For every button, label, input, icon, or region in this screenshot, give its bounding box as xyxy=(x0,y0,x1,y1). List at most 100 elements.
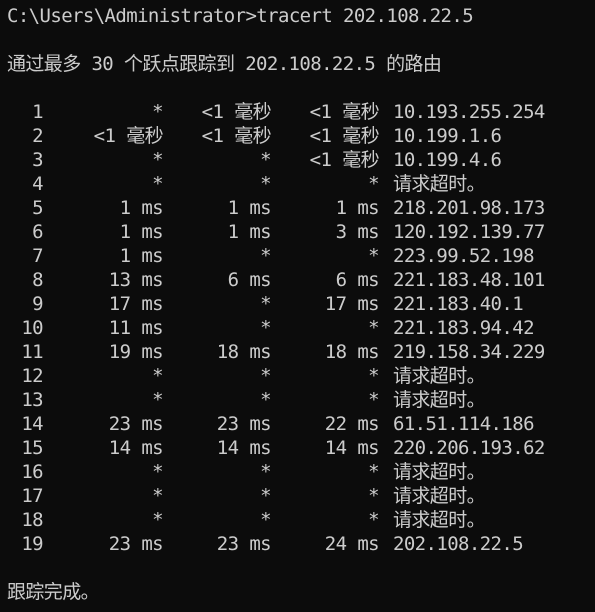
hop-time-3: 24 ms xyxy=(324,533,380,555)
console-window[interactable]: C:\Users\Administrator>tracert 202.108.2… xyxy=(0,0,595,612)
hop-time-2: 14 ms xyxy=(216,437,272,459)
hop-number: 15 xyxy=(21,437,43,459)
hop-time-2: * xyxy=(260,485,271,507)
hop-row: 8 13 ms 6 ms 6 ms 221.183.48.101 xyxy=(7,268,595,292)
hop-time-3: 3 ms xyxy=(335,221,380,243)
hop-address: 223.99.52.198 xyxy=(393,245,535,267)
hop-time-3: <1 毫秒 xyxy=(309,125,380,147)
hop-time-3: * xyxy=(368,509,379,531)
hop-row: 9 17 ms * 17 ms 221.183.40.1 xyxy=(7,292,595,316)
hop-row: 18 * * * 请求超时。 xyxy=(7,508,595,532)
hop-number: 4 xyxy=(32,173,43,195)
hop-address: 221.183.48.101 xyxy=(393,269,545,291)
hop-number: 10 xyxy=(21,317,43,339)
hop-time-1: 11 ms xyxy=(108,317,164,339)
hop-time-2: 18 ms xyxy=(216,341,272,363)
hop-address: 61.51.114.186 xyxy=(393,413,535,435)
hop-row: 10 11 ms * * 221.183.94.42 xyxy=(7,316,595,340)
hop-time-2: 23 ms xyxy=(216,533,272,555)
hop-address: 请求超时。 xyxy=(393,485,486,507)
hop-time-1: * xyxy=(152,485,163,507)
hop-time-2: 1 ms xyxy=(227,221,272,243)
hop-time-3: * xyxy=(368,317,379,339)
hop-time-3: 14 ms xyxy=(324,437,380,459)
hop-number: 2 xyxy=(32,125,43,147)
hop-row: 5 1 ms 1 ms 1 ms 218.201.98.173 xyxy=(7,196,595,220)
hop-row: 3 * * <1 毫秒 10.199.4.6 xyxy=(7,148,595,172)
hop-time-2: 23 ms xyxy=(216,413,272,435)
hop-time-1: * xyxy=(152,173,163,195)
hop-time-3: * xyxy=(368,173,379,195)
hop-address: 221.183.40.1 xyxy=(393,293,524,315)
hop-time-3: 1 ms xyxy=(335,197,380,219)
hop-number: 12 xyxy=(21,365,43,387)
hop-number: 3 xyxy=(32,149,43,171)
hop-address: 221.183.94.42 xyxy=(393,317,535,339)
hop-time-2: * xyxy=(260,389,271,411)
trace-header: 通过最多 30 个跃点跟踪到 202.108.22.5 的路由 xyxy=(7,53,442,75)
hop-time-1: 14 ms xyxy=(108,437,164,459)
hop-address: 120.192.139.77 xyxy=(393,221,545,243)
hop-number: 14 xyxy=(21,413,43,435)
hop-time-2: 1 ms xyxy=(227,197,272,219)
hop-time-2: * xyxy=(260,293,271,315)
hop-time-2: * xyxy=(260,461,271,483)
hop-number: 6 xyxy=(32,221,43,243)
hop-time-1: * xyxy=(152,509,163,531)
hop-time-2: 6 ms xyxy=(227,269,272,291)
hop-row: 4 * * * 请求超时。 xyxy=(7,172,595,196)
hop-row: 6 1 ms 1 ms 3 ms 120.192.139.77 xyxy=(7,220,595,244)
command-text: tracert 202.108.22.5 xyxy=(256,5,474,27)
hop-time-3: * xyxy=(368,485,379,507)
command-prompt: C:\Users\Administrator> xyxy=(7,5,257,27)
hop-number: 9 xyxy=(32,293,43,315)
hop-number: 1 xyxy=(32,101,43,123)
hop-time-3: * xyxy=(368,245,379,267)
hop-address: 请求超时。 xyxy=(393,509,486,531)
hop-number: 5 xyxy=(32,197,43,219)
hop-address: 218.201.98.173 xyxy=(393,197,545,219)
hop-time-3: <1 毫秒 xyxy=(309,149,380,171)
hop-time-1: * xyxy=(152,101,163,123)
hop-number: 11 xyxy=(21,341,43,363)
hop-time-2: * xyxy=(260,149,271,171)
hop-time-1: 23 ms xyxy=(108,533,164,555)
hop-time-1: 1 ms xyxy=(119,221,164,243)
hop-row: 11 19 ms 18 ms 18 ms 219.158.34.229 xyxy=(7,340,595,364)
hop-address: 请求超时。 xyxy=(393,461,486,483)
hop-time-2: * xyxy=(260,365,271,387)
hop-time-2: <1 毫秒 xyxy=(201,101,272,123)
trace-complete-message: 跟踪完成。 xyxy=(7,581,100,603)
hop-row: 2 <1 毫秒 <1 毫秒 <1 毫秒 10.199.1.6 xyxy=(7,124,595,148)
hop-time-3: * xyxy=(368,461,379,483)
hop-row: 7 1 ms * * 223.99.52.198 xyxy=(7,244,595,268)
hop-time-1: 23 ms xyxy=(108,413,164,435)
hop-address: 请求超时。 xyxy=(393,173,486,195)
hop-time-1: 13 ms xyxy=(108,269,164,291)
hop-row: 1 * <1 毫秒 <1 毫秒 10.193.255.254 xyxy=(7,100,595,124)
hop-number: 8 xyxy=(32,269,43,291)
hop-time-1: * xyxy=(152,461,163,483)
command-line: C:\Users\Administrator>tracert 202.108.2… xyxy=(7,4,595,28)
hop-address: 202.108.22.5 xyxy=(393,533,524,555)
hop-time-3: 17 ms xyxy=(324,293,380,315)
hop-time-1: * xyxy=(152,365,163,387)
hop-row: 16 * * * 请求超时。 xyxy=(7,460,595,484)
hop-time-1: 1 ms xyxy=(119,197,164,219)
hop-time-3: 18 ms xyxy=(324,341,380,363)
hop-time-3: * xyxy=(368,389,379,411)
hop-time-1: <1 毫秒 xyxy=(93,125,164,147)
hop-number: 17 xyxy=(21,485,43,507)
hop-number: 16 xyxy=(21,461,43,483)
hop-address: 请求超时。 xyxy=(393,365,486,387)
hop-row: 15 14 ms 14 ms 14 ms 220.206.193.62 xyxy=(7,436,595,460)
hop-row: 14 23 ms 23 ms 22 ms 61.51.114.186 xyxy=(7,412,595,436)
hop-time-2: * xyxy=(260,509,271,531)
hop-address: 220.206.193.62 xyxy=(393,437,545,459)
hop-time-1: 1 ms xyxy=(119,245,164,267)
hop-address: 10.193.255.254 xyxy=(393,101,545,123)
hop-time-1: * xyxy=(152,149,163,171)
